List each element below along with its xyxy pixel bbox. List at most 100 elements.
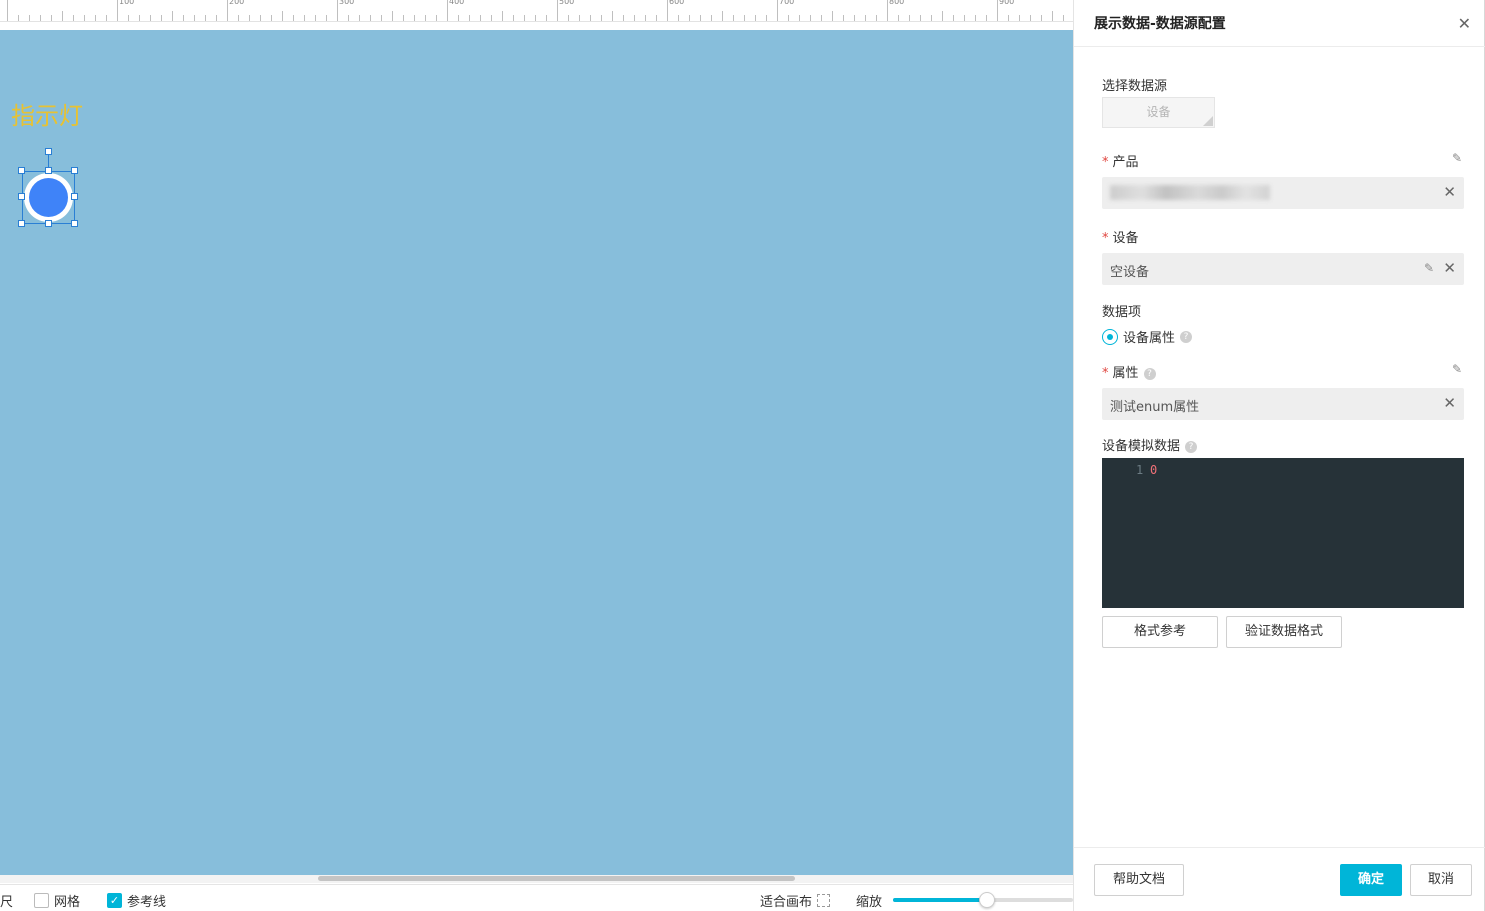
ruler-tick — [1019, 15, 1020, 21]
ruler-tick — [975, 15, 976, 21]
format-reference-button[interactable]: 格式参考 — [1102, 616, 1218, 648]
ruler-tick — [403, 15, 404, 21]
scrollbar-thumb[interactable] — [318, 876, 795, 881]
help-icon[interactable]: ? — [1185, 440, 1198, 453]
resize-handle-e[interactable] — [71, 193, 78, 200]
ruler-tick — [183, 15, 184, 21]
device-label: * 设备 — [1102, 227, 1139, 246]
ruler-tick — [502, 11, 503, 21]
ruler-tick — [601, 15, 602, 21]
ruler-tick — [744, 15, 745, 21]
panel-title: 展示数据-数据源配置 — [1094, 16, 1226, 32]
device-edit-icon[interactable]: ✎ — [1424, 261, 1434, 275]
ruler-tick — [1008, 15, 1009, 21]
indicator-light — [29, 178, 68, 217]
ruler-tick — [381, 15, 382, 21]
mock-data-label: 设备模拟数据? — [1102, 435, 1198, 454]
resize-handle-se[interactable] — [71, 220, 78, 227]
fit-canvas-button[interactable]: 适合画布 — [760, 891, 831, 910]
ruler-tick — [513, 15, 514, 21]
grid-toggle[interactable]: 网格 — [34, 891, 80, 910]
horizontal-scrollbar[interactable] — [0, 875, 1073, 883]
product-field[interactable]: ✕ — [1102, 177, 1464, 209]
ruler-tick — [590, 15, 591, 21]
property-field[interactable]: 测试enum属性 ✕ — [1102, 388, 1464, 420]
ruler-tick — [821, 15, 822, 21]
property-clear-icon[interactable]: ✕ — [1443, 394, 1456, 412]
product-edit-icon[interactable]: ✎ — [1452, 151, 1462, 165]
required-mark: * — [1102, 231, 1109, 246]
ruler-tick — [304, 15, 305, 21]
close-icon[interactable]: ✕ — [1458, 14, 1471, 33]
ruler-tick — [51, 15, 52, 21]
source-device-button[interactable]: 设备 — [1102, 97, 1215, 128]
resize-handle-nw[interactable] — [18, 167, 25, 174]
resize-handle-ne[interactable] — [71, 167, 78, 174]
code-content[interactable]: 0 — [1150, 463, 1157, 477]
grid-checkbox[interactable] — [34, 893, 49, 908]
board-title-text[interactable]: 指示灯 — [11, 96, 83, 131]
ruler-tick — [392, 11, 393, 21]
indicator-widget[interactable] — [22, 171, 75, 224]
line-number: 1 — [1136, 463, 1144, 477]
ruler-tick — [139, 15, 140, 21]
zoom-slider-knob[interactable] — [978, 892, 995, 908]
guides-toggle[interactable]: ✓ 参考线 — [107, 891, 166, 910]
ruler-tick — [865, 15, 866, 21]
ruler-toggle-label[interactable]: 尺 — [0, 891, 13, 910]
ruler-tick — [29, 15, 30, 21]
ruler-tick — [315, 15, 316, 21]
ruler-tick — [18, 15, 19, 21]
guides-checkbox[interactable]: ✓ — [107, 893, 122, 908]
ruler-tick — [150, 15, 151, 21]
rotate-handle[interactable] — [45, 148, 52, 155]
ruler-tick — [887, 0, 888, 21]
ruler-tick — [326, 15, 327, 21]
ruler-tick — [172, 11, 173, 21]
confirm-button[interactable]: 确定 — [1340, 864, 1402, 896]
ruler-tick — [84, 15, 85, 21]
validate-format-button[interactable]: 验证数据格式 — [1226, 616, 1342, 648]
help-icon[interactable]: ? — [1143, 367, 1156, 380]
ruler-tick — [447, 0, 448, 21]
resize-handle-s[interactable] — [45, 220, 52, 227]
ruler-tick — [964, 15, 965, 21]
ruler-tick — [128, 15, 129, 21]
radio-selected-icon[interactable] — [1102, 328, 1118, 345]
product-clear-icon[interactable]: ✕ — [1443, 183, 1456, 201]
ruler-tick — [260, 15, 261, 21]
resize-handle-sw[interactable] — [18, 220, 25, 227]
ruler-tick — [700, 15, 701, 21]
data-item-radio-device-attribute[interactable]: 设备属性 ? — [1102, 327, 1193, 346]
property-label-text: 属性 — [1112, 366, 1139, 381]
ruler-tick — [898, 15, 899, 21]
ruler-tick — [711, 15, 712, 21]
ruler-tick — [623, 15, 624, 21]
help-icon[interactable]: ? — [1180, 330, 1193, 343]
mock-data-code-editor[interactable]: 1 0 — [1102, 458, 1464, 608]
panel-footer: 帮助文档 确定 取消 — [1074, 847, 1485, 911]
design-board[interactable]: 指示灯 — [0, 30, 1073, 875]
ruler-tick — [557, 0, 558, 21]
resize-handle-w[interactable] — [18, 193, 25, 200]
cancel-button[interactable]: 取消 — [1410, 864, 1472, 896]
ruler-label: 700 — [779, 0, 795, 6]
ruler-tick — [62, 11, 63, 21]
ruler-tick — [546, 15, 547, 21]
ruler-tick — [271, 15, 272, 21]
resize-handle-n[interactable] — [45, 167, 52, 174]
device-clear-icon[interactable]: ✕ — [1443, 259, 1456, 277]
help-doc-button[interactable]: 帮助文档 — [1094, 864, 1184, 896]
device-field[interactable]: 空设备 ✎ ✕ — [1102, 253, 1464, 285]
ruler-tick — [810, 15, 811, 21]
ruler-tick — [73, 15, 74, 21]
ruler-tick — [216, 15, 217, 21]
ruler-tick — [117, 0, 118, 21]
ruler-tick — [953, 15, 954, 21]
horizontal-ruler: 100 200 300 400 500 600 700 800 900 — [0, 0, 1073, 22]
property-edit-icon[interactable]: ✎ — [1452, 362, 1462, 376]
zoom-slider[interactable] — [893, 892, 1073, 908]
ruler-tick — [249, 15, 250, 21]
ruler-tick — [832, 11, 833, 21]
product-label: * 产品 — [1102, 151, 1139, 170]
